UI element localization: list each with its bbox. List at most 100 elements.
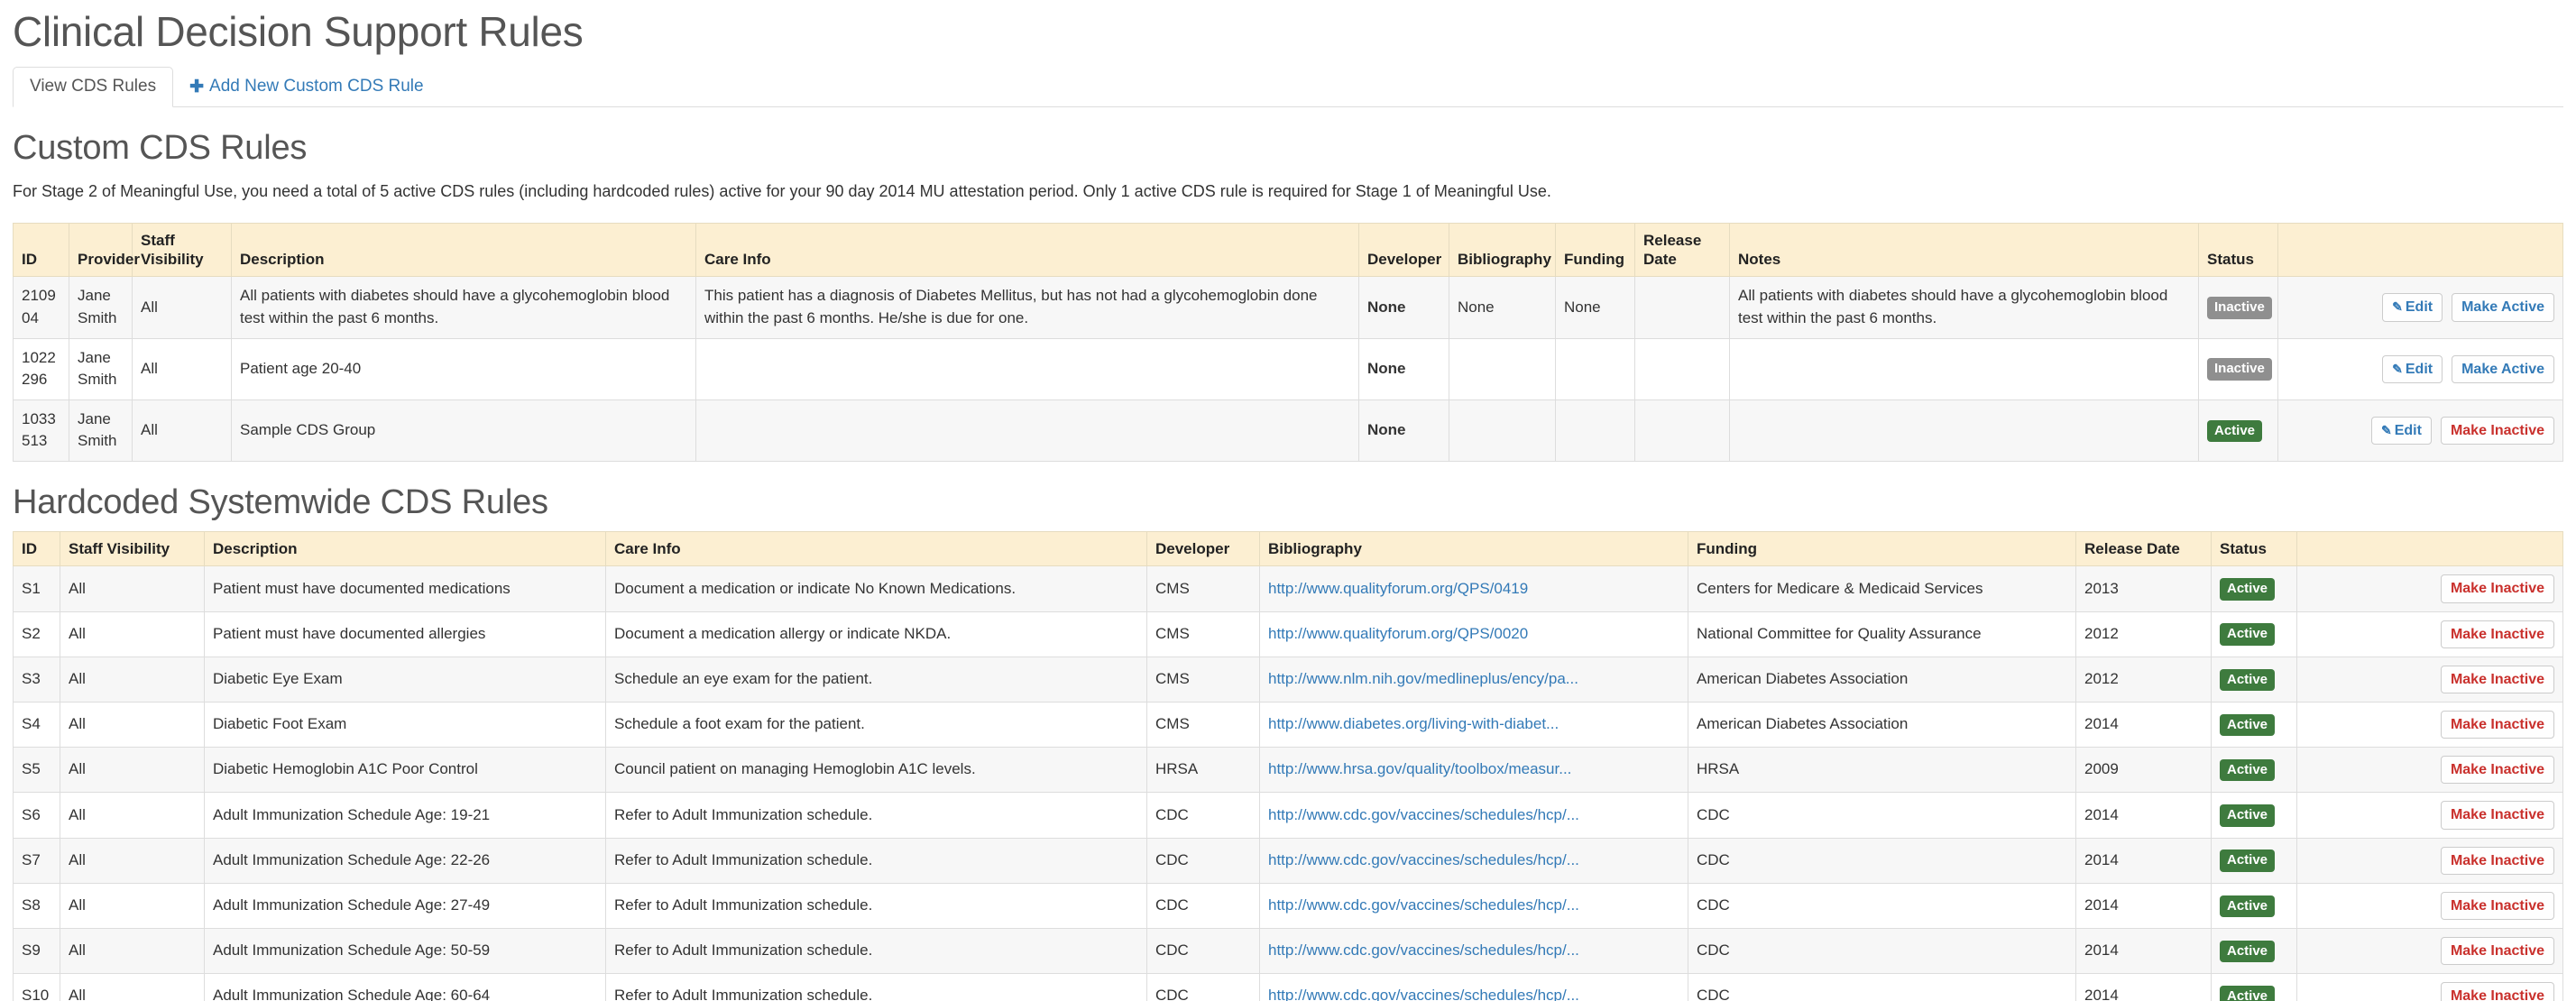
hc-cell-id: S7 bbox=[13, 837, 60, 884]
hc-cell-actions: Make Inactive bbox=[2296, 656, 2563, 703]
cell-developer: None bbox=[1358, 399, 1449, 463]
hardcoded-table-header-row: ID Staff Visibility Description Care Inf… bbox=[13, 531, 2563, 567]
hc-cell-id: S3 bbox=[13, 656, 60, 703]
hc-cell-description: Adult Immunization Schedule Age: 19-21 bbox=[204, 792, 606, 839]
hc-cell-care-info: Refer to Adult Immunization schedule. bbox=[605, 837, 1147, 884]
bibliography-link[interactable]: http://www.nlm.nih.gov/medlineplus/ency/… bbox=[1268, 668, 1679, 691]
hc-cell-status: Active bbox=[2211, 792, 2297, 839]
hc-cell-id: S2 bbox=[13, 611, 60, 657]
hc-cell-status: Active bbox=[2211, 747, 2297, 794]
toggle-status-button[interactable]: Make Inactive bbox=[2440, 756, 2554, 785]
hc-cell-funding: National Committee for Quality Assurance bbox=[1688, 611, 2076, 657]
table-row: S3 All Diabetic Eye Exam Schedule an eye ex… bbox=[13, 656, 2563, 703]
cell-staff-visibility: All bbox=[132, 399, 232, 463]
toggle-status-button[interactable]: Make Inactive bbox=[2440, 846, 2554, 875]
plus-icon: ✚ bbox=[189, 77, 205, 96]
hc-cell-developer: CMS bbox=[1146, 701, 1260, 748]
col-header-funding: Funding bbox=[1555, 222, 1635, 278]
cell-id: 1022296 bbox=[13, 337, 69, 400]
hc-cell-release-date: 2014 bbox=[2075, 973, 2212, 1001]
cell-care-info: This patient has a diagnosis of Diabetes… bbox=[695, 276, 1359, 339]
hc-cell-care-info: Schedule a foot exam for the patient. bbox=[605, 701, 1147, 748]
cell-provider: Jane Smith bbox=[69, 337, 133, 400]
edit-button[interactable]: ✎ Edit bbox=[2382, 354, 2443, 383]
cell-release-date bbox=[1634, 276, 1730, 339]
hc-cell-funding: HRSA bbox=[1688, 747, 2076, 794]
cell-bibliography: None bbox=[1449, 276, 1556, 339]
page-root: Clinical Decision Support Rules View CDS… bbox=[0, 9, 2576, 1001]
hc-col-header-developer: Developer bbox=[1146, 531, 1260, 567]
toggle-status-button[interactable]: Make Inactive bbox=[2440, 416, 2554, 445]
cell-notes: All patients with diabetes should have a… bbox=[1729, 276, 2199, 339]
status-badge: Active bbox=[2220, 985, 2276, 1001]
col-header-staff-visibility: Staff Visibility bbox=[132, 222, 232, 278]
hc-cell-id: S5 bbox=[13, 747, 60, 794]
table-row: S1 All Patient must have documented medica… bbox=[13, 565, 2563, 612]
hc-cell-actions: Make Inactive bbox=[2296, 701, 2563, 748]
bibliography-link[interactable]: http://www.hrsa.gov/quality/toolbox/meas… bbox=[1268, 758, 1679, 781]
table-row: S4 All Diabetic Foot Exam Schedule a foot e… bbox=[13, 701, 2563, 748]
hc-cell-actions: Make Inactive bbox=[2296, 747, 2563, 794]
bibliography-link[interactable]: http://www.cdc.gov/vaccines/schedules/hc… bbox=[1268, 804, 1679, 827]
toggle-status-button[interactable]: Make Active bbox=[2452, 354, 2554, 383]
bibliography-link[interactable]: http://www.qualityforum.org/QPS/0419 bbox=[1268, 578, 1679, 601]
toggle-status-button[interactable]: Make Inactive bbox=[2440, 574, 2554, 603]
hc-cell-funding: CDC bbox=[1688, 837, 2076, 884]
hc-col-header-bibliography: Bibliography bbox=[1259, 531, 1688, 567]
hc-cell-description: Patient must have documented allergies bbox=[204, 611, 606, 657]
hardcoded-cds-rules-heading: Hardcoded Systemwide CDS Rules bbox=[13, 483, 548, 522]
hc-cell-description: Adult Immunization Schedule Age: 27-49 bbox=[204, 882, 606, 929]
cell-description: Sample CDS Group bbox=[231, 399, 696, 463]
cell-actions: ✎ Edit Make Active bbox=[2277, 276, 2563, 339]
hc-cell-developer: CDC bbox=[1146, 792, 1260, 839]
hc-cell-care-info: Refer to Adult Immunization schedule. bbox=[605, 927, 1147, 975]
toggle-status-button[interactable]: Make Inactive bbox=[2440, 665, 2554, 693]
hc-cell-actions: Make Inactive bbox=[2296, 792, 2563, 839]
edit-button[interactable]: ✎ Edit bbox=[2382, 293, 2443, 322]
cell-status: Active bbox=[2198, 399, 2278, 463]
hc-cell-care-info: Refer to Adult Immunization schedule. bbox=[605, 973, 1147, 1001]
cell-developer: None bbox=[1358, 276, 1449, 339]
bibliography-link[interactable]: http://www.cdc.gov/vaccines/schedules/hc… bbox=[1268, 895, 1679, 917]
table-row: 1022296 Jane Smith All Patient age 20-40 Non… bbox=[13, 337, 2563, 400]
hc-cell-staff-visibility: All bbox=[60, 611, 205, 657]
toggle-status-button[interactable]: Make Inactive bbox=[2440, 620, 2554, 648]
custom-cds-rules-table: ID Provider Staff Visibility Description… bbox=[13, 222, 2563, 463]
toggle-status-button[interactable]: Make Inactive bbox=[2440, 982, 2554, 1001]
custom-cds-rules-description: For Stage 2 of Meaningful Use, you need … bbox=[13, 181, 1551, 200]
status-badge: Active bbox=[2220, 668, 2276, 692]
cell-bibliography bbox=[1449, 337, 1556, 400]
hc-col-header-id: ID bbox=[13, 531, 60, 567]
cell-care-info bbox=[695, 337, 1359, 400]
edit-button[interactable]: ✎ Edit bbox=[2370, 416, 2432, 445]
hc-cell-staff-visibility: All bbox=[60, 882, 205, 929]
bibliography-link[interactable]: http://www.diabetes.org/living-with-diab… bbox=[1268, 713, 1679, 736]
toggle-status-button[interactable]: Make Inactive bbox=[2440, 801, 2554, 830]
hc-cell-id: S4 bbox=[13, 701, 60, 748]
status-badge: Active bbox=[2207, 419, 2263, 443]
hc-cell-status: Active bbox=[2211, 927, 2297, 975]
hc-cell-bibliography: http://www.hrsa.gov/quality/toolbox/meas… bbox=[1259, 747, 1688, 794]
hc-cell-release-date: 2012 bbox=[2075, 656, 2212, 703]
status-badge: Active bbox=[2220, 849, 2276, 872]
cell-funding bbox=[1555, 337, 1635, 400]
bibliography-link[interactable]: http://www.cdc.gov/vaccines/schedules/hc… bbox=[1268, 985, 1679, 1001]
bibliography-link[interactable]: http://www.cdc.gov/vaccines/schedules/hc… bbox=[1268, 940, 1679, 962]
bibliography-link[interactable]: http://www.qualityforum.org/QPS/0020 bbox=[1268, 623, 1679, 646]
hc-cell-funding: CDC bbox=[1688, 927, 2076, 975]
toggle-status-button[interactable]: Make Active bbox=[2452, 293, 2554, 322]
cell-staff-visibility: All bbox=[132, 337, 232, 400]
hc-cell-release-date: 2014 bbox=[2075, 792, 2212, 839]
cell-provider: Jane Smith bbox=[69, 276, 133, 339]
toggle-status-button[interactable]: Make Inactive bbox=[2440, 891, 2554, 920]
tab-add-new-custom-cds-rule[interactable]: ✚ Add New Custom CDS Rule bbox=[173, 68, 440, 106]
cell-release-date bbox=[1634, 399, 1730, 463]
tab-view-cds-rules[interactable]: View CDS Rules bbox=[13, 66, 174, 107]
hc-cell-funding: CDC bbox=[1688, 973, 2076, 1001]
bibliography-link[interactable]: http://www.cdc.gov/vaccines/schedules/hc… bbox=[1268, 849, 1679, 872]
toggle-status-button[interactable]: Make Inactive bbox=[2440, 936, 2554, 966]
hc-cell-description: Diabetic Eye Exam bbox=[204, 656, 606, 703]
hc-cell-bibliography: http://www.cdc.gov/vaccines/schedules/hc… bbox=[1259, 837, 1688, 884]
toggle-status-button[interactable]: Make Inactive bbox=[2440, 710, 2554, 739]
hc-col-header-staff-visibility: Staff Visibility bbox=[60, 531, 205, 567]
